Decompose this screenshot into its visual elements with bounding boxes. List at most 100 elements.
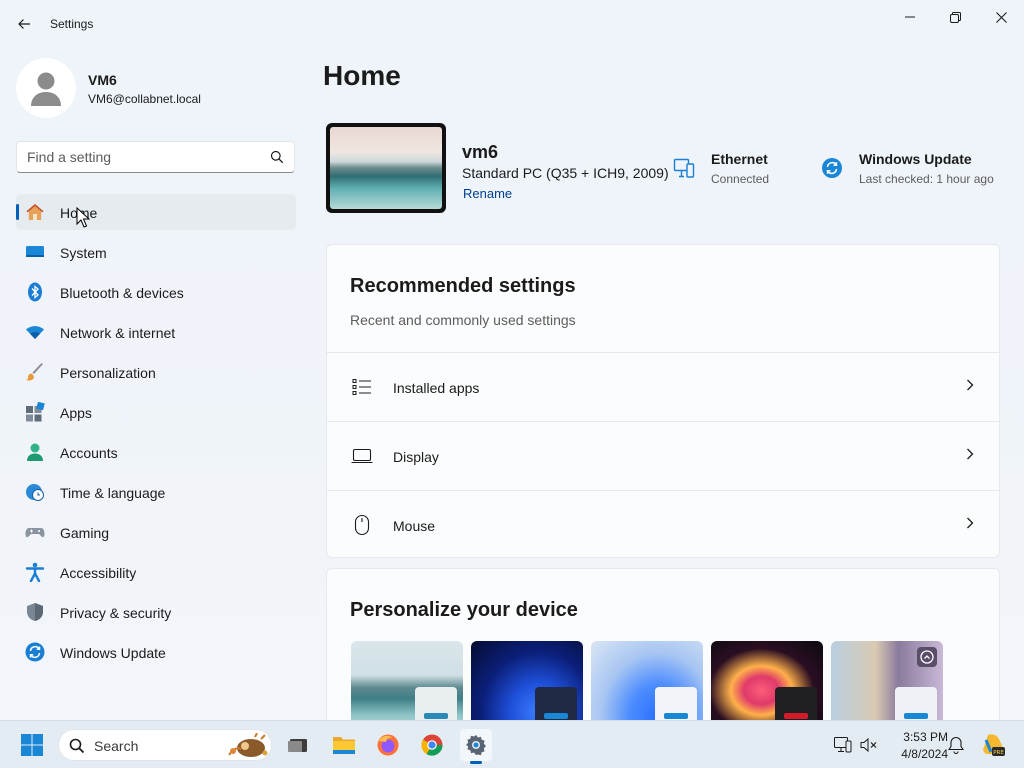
- accessibility-icon: [25, 562, 45, 582]
- theme-thumbnail-bloom-dark[interactable]: [471, 641, 583, 720]
- recommended-settings-card: Recommended settings Recent and commonly…: [326, 244, 1000, 558]
- sidebar-item-label: Windows Update: [60, 645, 166, 661]
- rename-link[interactable]: Rename: [463, 186, 512, 201]
- sidebar-item-home[interactable]: Home: [16, 194, 296, 230]
- sidebar-item-time-language[interactable]: Time & language: [16, 474, 296, 510]
- device-wallpaper-thumbnail: [326, 123, 446, 213]
- sidebar-item-network[interactable]: Network & internet: [16, 314, 296, 350]
- sidebar-item-system[interactable]: System: [16, 234, 296, 270]
- accounts-icon: [25, 442, 45, 462]
- profile-name: VM6: [88, 72, 117, 88]
- file-explorer-button[interactable]: [328, 729, 360, 761]
- notifications-button[interactable]: [942, 729, 970, 761]
- sidebar-item-label: Personalization: [60, 365, 156, 381]
- shield-icon: [25, 602, 45, 622]
- theme-thumbnail-bloom-light[interactable]: [591, 641, 703, 720]
- brush-icon: [25, 362, 45, 382]
- copilot-preview-icon: PRE: [983, 734, 1005, 756]
- recommended-item-mouse[interactable]: Mouse: [327, 490, 999, 558]
- sidebar-item-label: Network & internet: [60, 325, 176, 341]
- wifi-icon: [25, 322, 45, 342]
- clock-date[interactable]: 4/8/2024: [886, 747, 948, 761]
- gear-icon: [466, 735, 486, 756]
- network-tray-icon: [834, 737, 852, 753]
- task-view-icon: [288, 739, 307, 752]
- settings-taskbar-button[interactable]: [460, 729, 492, 764]
- sidebar-item-label: Gaming: [60, 525, 110, 541]
- sidebar-item-label: Apps: [60, 405, 92, 421]
- user-profile[interactable]: VM6 VM6@collabnet.local: [16, 58, 296, 118]
- sidebar-item-gaming[interactable]: Gaming: [16, 514, 296, 550]
- windows-logo-icon: [21, 734, 43, 756]
- chrome-button[interactable]: [416, 729, 448, 761]
- theme-thumbnail-blossom[interactable]: [831, 641, 943, 720]
- theme-thumbnail-lake[interactable]: [351, 641, 463, 720]
- windows-update-status-icon: [820, 156, 844, 180]
- sidebar-item-apps[interactable]: Apps: [16, 394, 296, 430]
- theme-thumbnail-flower[interactable]: [711, 641, 823, 720]
- personalize-title: Personalize your device: [350, 599, 578, 621]
- mouse-cursor-icon: [76, 206, 91, 234]
- search-icon: [69, 738, 85, 759]
- search-icon: [270, 150, 284, 169]
- windows-update-title[interactable]: Windows Update: [859, 151, 972, 167]
- installed-apps-icon: [351, 376, 373, 398]
- find-setting-input[interactable]: [17, 142, 257, 172]
- bell-icon: [948, 736, 964, 754]
- ethernet-title[interactable]: Ethernet: [711, 151, 768, 167]
- sidebar-item-label: Time & language: [60, 485, 166, 501]
- page-title: Home: [323, 60, 401, 91]
- device-name: vm6: [462, 142, 499, 162]
- title-bar: Settings: [0, 0, 1024, 48]
- ethernet-icon: [672, 156, 696, 180]
- back-button[interactable]: [12, 12, 36, 36]
- firefox-button[interactable]: [372, 729, 404, 761]
- sidebar-item-accessibility[interactable]: Accessibility: [16, 554, 296, 590]
- close-button[interactable]: [978, 4, 1024, 30]
- recommended-item-label: Installed apps: [393, 380, 480, 396]
- taskbar-search[interactable]: Search: [58, 729, 272, 761]
- clock-time[interactable]: 3:53 PM: [892, 730, 948, 744]
- sidebar-item-label: Accounts: [60, 445, 118, 461]
- sidebar-item-label: Accessibility: [60, 565, 137, 581]
- volume-tray-button[interactable]: [856, 729, 882, 761]
- copilot-preview-button[interactable]: PRE: [978, 729, 1008, 761]
- user-avatar-icon: [31, 72, 61, 106]
- sidebar-item-accounts[interactable]: Accounts: [16, 434, 296, 470]
- display-icon: [351, 445, 373, 467]
- personalize-card: Personalize your device: [326, 568, 1000, 720]
- svg-text:PRE: PRE: [993, 750, 1004, 756]
- maximize-icon: [949, 11, 961, 23]
- app-title: Settings: [50, 17, 94, 31]
- maximize-button[interactable]: [932, 4, 978, 30]
- windows-update-icon: [25, 642, 45, 662]
- sidebar-item-personalization[interactable]: Personalization: [16, 354, 296, 390]
- system-icon: [25, 242, 45, 262]
- home-icon: [25, 202, 45, 222]
- folder-icon: [333, 737, 355, 754]
- recommended-title: Recommended settings: [350, 275, 576, 297]
- task-view-button[interactable]: [282, 729, 314, 761]
- chevron-right-icon: [965, 378, 975, 397]
- volume-muted-icon: [860, 737, 877, 753]
- time-language-icon: [25, 482, 45, 502]
- minimize-button[interactable]: [887, 4, 933, 30]
- recommended-item-installed-apps[interactable]: Installed apps: [327, 352, 999, 420]
- windows-update-last-checked: Last checked: 1 hour ago: [859, 172, 994, 186]
- device-model: Standard PC (Q35 + ICH9, 2009): [462, 165, 669, 181]
- sidebar-item-label: Privacy & security: [60, 605, 172, 621]
- recommended-item-label: Display: [393, 449, 439, 465]
- minimize-icon: [905, 16, 915, 18]
- sidebar-item-windows-update[interactable]: Windows Update: [16, 634, 296, 670]
- taskbar: Search 3:53 PM 4/8/2024 PRE: [0, 720, 1024, 768]
- sidebar-item-bluetooth[interactable]: Bluetooth & devices: [16, 274, 296, 310]
- taskbar-search-label: Search: [94, 738, 139, 754]
- chrome-icon: [421, 734, 443, 756]
- settings-window: Settings VM6 VM6@collabnet.local Find a …: [0, 0, 1024, 720]
- sidebar-item-privacy[interactable]: Privacy & security: [16, 594, 296, 630]
- find-setting-box[interactable]: [16, 141, 295, 173]
- network-tray-button[interactable]: [830, 729, 856, 761]
- start-button[interactable]: [16, 729, 48, 761]
- recommended-item-display[interactable]: Display: [327, 421, 999, 489]
- bluetooth-icon: [25, 282, 45, 302]
